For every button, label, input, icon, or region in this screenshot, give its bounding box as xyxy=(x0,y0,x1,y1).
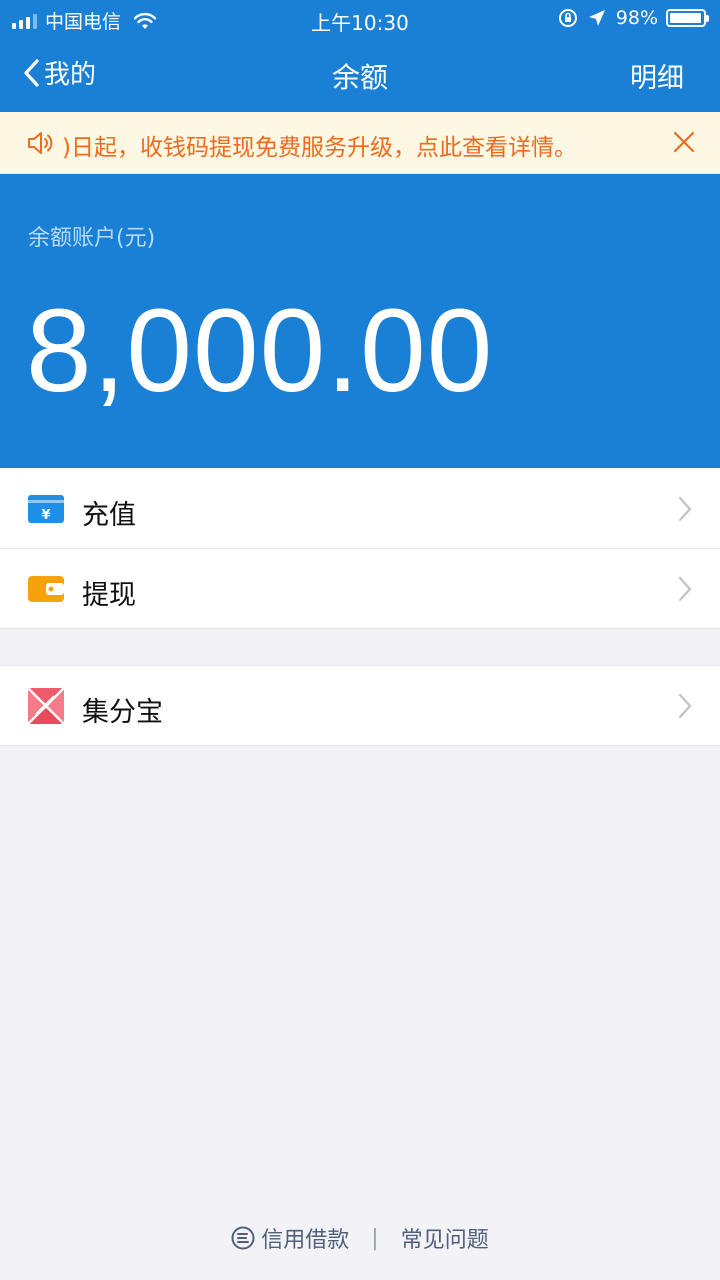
jifenbao-icon xyxy=(28,688,64,724)
credit-loan-icon xyxy=(231,1226,255,1250)
chevron-right-icon xyxy=(678,496,692,522)
wallet-icon xyxy=(28,576,64,602)
rotation-lock-icon xyxy=(558,9,577,27)
balance-amount: 8,000.00 xyxy=(26,285,494,417)
svg-text:¥: ¥ xyxy=(41,508,50,523)
credit-loan-link[interactable]: 信用借款 xyxy=(231,1222,349,1254)
credit-loan-label: 信用借款 xyxy=(261,1228,350,1253)
recharge-label: 充值 xyxy=(82,500,136,531)
close-icon[interactable] xyxy=(672,130,696,154)
status-right: 98% xyxy=(558,7,709,29)
withdraw-label: 提现 xyxy=(82,580,136,611)
status-bar: 中国电信 上午10:30 98% xyxy=(0,0,720,38)
top-bar: 中国电信 上午10:30 98% 我的 余额 明细 xyxy=(0,0,720,112)
recharge-row[interactable]: ¥ 充值 xyxy=(0,469,720,549)
footer-separator: | xyxy=(371,1225,379,1251)
balance-label: 余额账户(元) xyxy=(28,226,156,251)
footer-links: 信用借款 | 常见问题 xyxy=(0,1218,720,1258)
faq-link[interactable]: 常见问题 xyxy=(401,1222,489,1254)
balance-actions-list: ¥ 充值 提现 xyxy=(0,469,720,629)
speaker-icon xyxy=(28,132,53,154)
detail-button[interactable]: 明细 xyxy=(630,56,684,95)
withdraw-row[interactable]: 提现 xyxy=(0,549,720,629)
notice-banner[interactable]: )日起，收钱码提现免费服务升级，点此查看详情。 xyxy=(0,112,720,174)
jifenbao-row[interactable]: 集分宝 xyxy=(0,666,720,746)
location-arrow-icon xyxy=(588,10,605,26)
recharge-card-icon: ¥ xyxy=(28,495,64,523)
nav-bar: 我的 余额 明细 xyxy=(0,38,720,112)
battery-icon xyxy=(666,9,709,27)
faq-label: 常见问题 xyxy=(400,1228,489,1253)
page-title: 余额 xyxy=(331,61,388,94)
balance-card: 余额账户(元) 8,000.00 xyxy=(0,174,720,468)
chevron-right-icon xyxy=(678,693,692,719)
jifenbao-label: 集分宝 xyxy=(82,697,163,728)
battery-percent: 98% xyxy=(615,7,658,29)
notice-text[interactable]: )日起，收钱码提现免费服务升级，点此查看详情。 xyxy=(62,128,622,162)
jifenbao-list: 集分宝 xyxy=(0,665,720,746)
chevron-right-icon xyxy=(678,576,692,602)
